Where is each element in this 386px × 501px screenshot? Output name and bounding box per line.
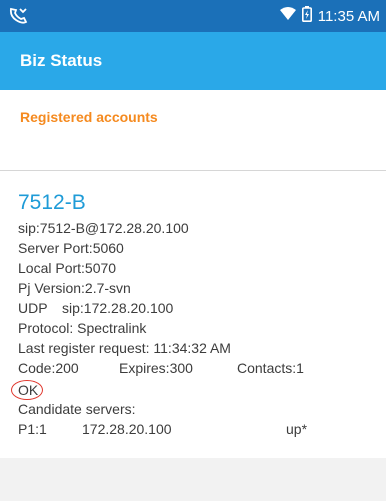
page-title: Biz Status	[20, 51, 103, 70]
contacts: Contacts:1	[237, 360, 304, 376]
server-port: Server Port:5060	[18, 240, 124, 256]
wifi-icon	[279, 7, 296, 25]
local-port: Local Port:5070	[18, 260, 117, 276]
pj-version: Pj Version:2.7-svn	[18, 280, 131, 296]
sip-uri: sip:7512-B@172.28.20.100	[18, 220, 189, 236]
status-ok: OK	[18, 382, 39, 398]
transport-address: sip:172.28.20.100	[62, 300, 174, 316]
candidate-state: up*	[286, 421, 308, 437]
candidate-servers-label: Candidate servers:	[18, 401, 136, 417]
code: Code:200	[18, 360, 79, 376]
battery-icon	[301, 6, 312, 26]
account-card[interactable]: 7512-B sip:7512-B@172.28.20.100 Server P…	[0, 171, 386, 458]
last-register: Last register request: 11:34:32 AM	[18, 340, 231, 356]
transport-row: UDP sip:172.28.20.100	[18, 300, 378, 318]
section-title: Registered accounts	[20, 109, 158, 125]
candidate-priority: P1:1	[18, 421, 47, 437]
candidate-address: 172.28.20.100	[82, 421, 172, 437]
missed-call-icon	[8, 7, 28, 25]
transport-type: UDP	[18, 300, 48, 316]
account-name: 7512-B	[18, 191, 86, 214]
candidate-row: P1:1 172.28.20.100 up*	[18, 421, 378, 439]
expires: Expires:300	[119, 360, 193, 376]
code-row: Code:200 Expires:300 Contacts:1	[18, 360, 378, 378]
status-bar: 11:35 AM	[0, 0, 386, 32]
app-bar: Biz Status	[0, 32, 386, 90]
registered-accounts-header: Registered accounts	[0, 90, 386, 170]
clock-text: 11:35 AM	[317, 7, 380, 25]
protocol: Protocol: Spectralink	[18, 320, 147, 336]
